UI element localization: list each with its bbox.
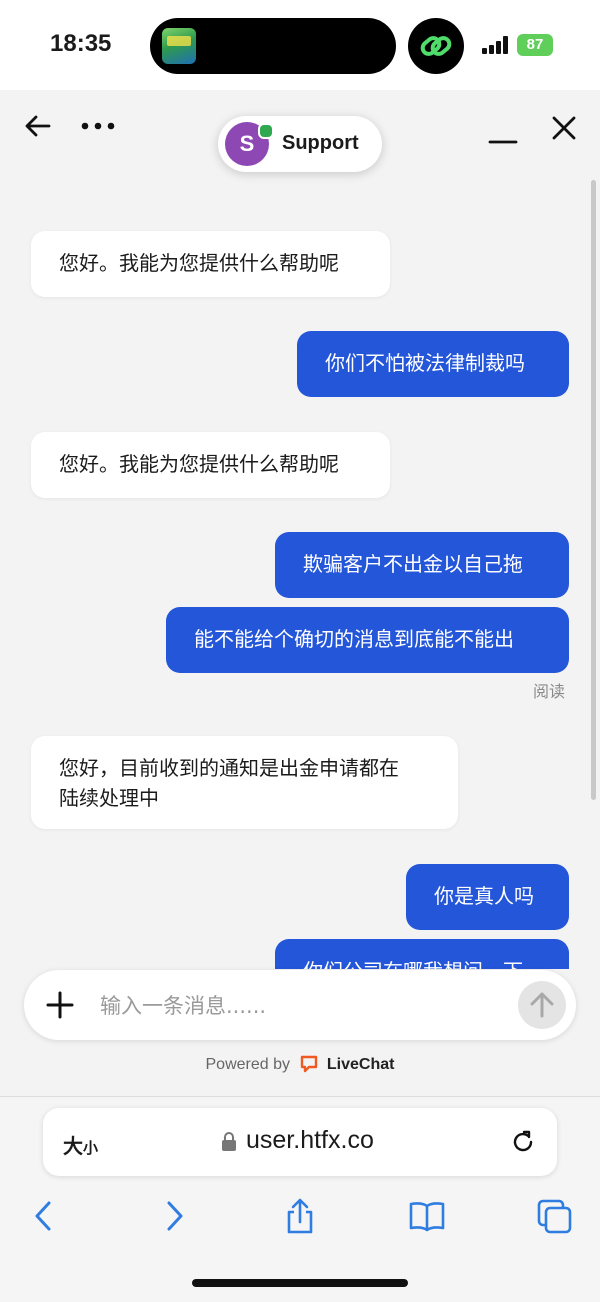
status-bar: 18:35 87	[0, 0, 600, 90]
powered-by[interactable]: Powered by LiveChat	[0, 1055, 600, 1074]
tabs-icon[interactable]	[532, 1194, 576, 1238]
message-input[interactable]	[98, 988, 502, 1024]
clock: 18:35	[50, 30, 112, 57]
dynamic-island	[150, 18, 396, 74]
share-icon[interactable]	[278, 1194, 322, 1238]
back-arrow-icon[interactable]	[20, 108, 56, 144]
scrollbar[interactable]	[591, 180, 596, 800]
battery-icon: 87	[517, 34, 553, 56]
url-text: user.htfx.co	[246, 1126, 374, 1154]
agent-message-line: 您好，目前收到的通知是出金申请都在	[59, 756, 399, 780]
online-status-dot	[258, 123, 274, 139]
signal-icon	[482, 36, 510, 54]
close-icon[interactable]	[546, 110, 582, 146]
more-options-icon[interactable]	[78, 110, 118, 142]
powered-by-label: Powered by	[205, 1056, 291, 1073]
agent-header[interactable]: S Support	[218, 116, 382, 172]
agent-message: 您好。我能为您提供什么帮助呢	[31, 231, 390, 297]
user-message: 能不能给个确切的消息到底能不能出	[166, 607, 569, 673]
bookmarks-icon[interactable]	[405, 1194, 449, 1238]
user-message: 你是真人吗	[406, 864, 569, 930]
arrow-up-icon	[530, 992, 554, 1018]
reload-icon[interactable]	[509, 1128, 537, 1156]
forward-icon[interactable]	[152, 1194, 196, 1238]
add-attachment-icon[interactable]	[42, 987, 78, 1023]
message-composer	[24, 970, 576, 1040]
livechat-brand: LiveChat	[326, 1056, 395, 1073]
send-button[interactable]	[518, 981, 566, 1029]
read-receipt: 阅读	[533, 682, 566, 701]
agent-message: 您好。我能为您提供什么帮助呢	[31, 432, 390, 498]
minimize-icon[interactable]	[486, 118, 520, 152]
home-indicator[interactable]	[192, 1279, 408, 1287]
agent-message-line: 陆续处理中	[59, 786, 159, 810]
link-app-icon	[408, 18, 464, 74]
message-clip: 你们公司在哪我想问一下	[0, 939, 600, 969]
user-message: 欺骗客户不出金以自己拖	[275, 532, 569, 598]
user-message: 你们不怕被法律制裁吗	[297, 331, 569, 397]
livechat-logo-icon	[301, 1055, 318, 1073]
address-bar[interactable]: 大小 user.htfx.co	[43, 1108, 557, 1176]
user-message: 你们公司在哪我想问一下	[275, 939, 569, 969]
agent-name: Support	[282, 132, 359, 154]
text-size-button[interactable]: 大小	[63, 1130, 98, 1159]
game-app-icon	[162, 28, 196, 64]
agent-message: 您好，目前收到的通知是出金申请都在 陆续处理中	[31, 736, 458, 829]
back-icon[interactable]	[22, 1194, 66, 1238]
lock-icon	[222, 1132, 236, 1151]
